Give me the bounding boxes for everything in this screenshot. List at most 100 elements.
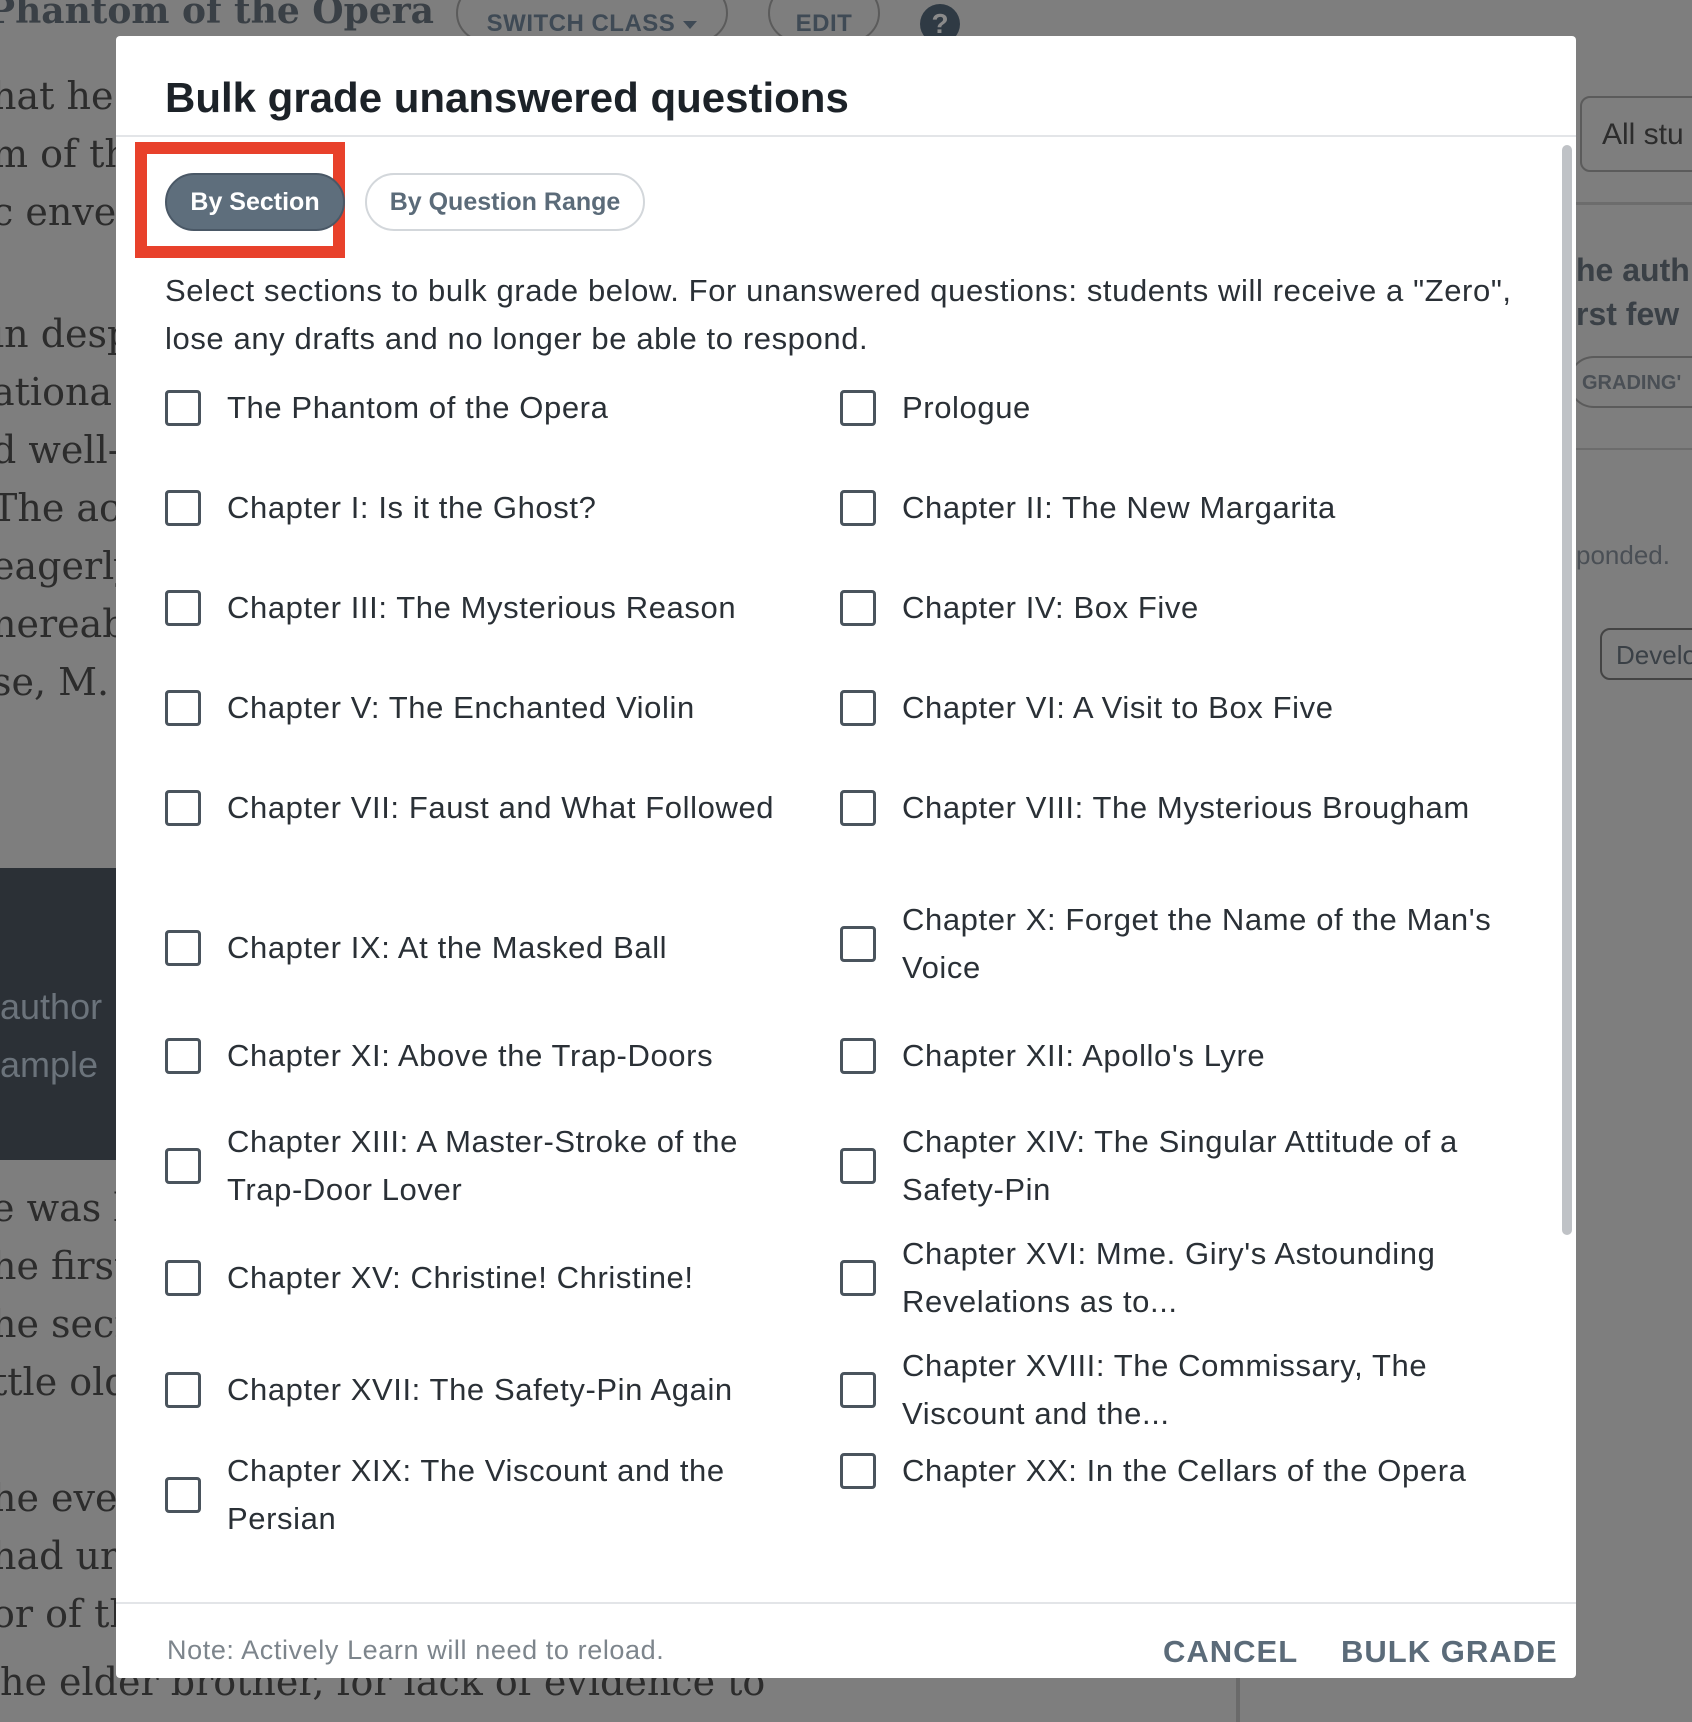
section-label: Chapter XIX: The Viscount and the Persia… [227, 1453, 725, 1536]
students-select[interactable]: All stu [1580, 96, 1692, 172]
instructions-text: Select sections to bulk grade below. For… [165, 273, 1512, 356]
checkbox[interactable] [840, 790, 876, 826]
checkbox[interactable] [165, 930, 201, 966]
panel-text: rst few [1576, 296, 1680, 332]
section-label: Chapter XIV: The Singular Attitude of a … [902, 1124, 1458, 1207]
modal-title: Bulk grade unanswered questions [165, 74, 849, 121]
section-label: Chapter V: The Enchanted Violin [227, 690, 695, 725]
section-label: Chapter XV: Christine! Christine! [227, 1260, 694, 1295]
checkbox[interactable] [165, 690, 201, 726]
section-item[interactable]: Chapter I: Is it the Ghost? [165, 484, 787, 532]
checkbox[interactable] [840, 1372, 876, 1408]
checkbox[interactable] [165, 1372, 201, 1408]
reload-note: Note: Actively Learn will need to reload… [167, 1635, 665, 1665]
divider [1576, 448, 1692, 450]
section-label: Chapter XII: Apollo's Lyre [902, 1038, 1266, 1073]
section-label: Chapter XX: In the Cellars of the Opera [902, 1453, 1467, 1488]
section-label: Chapter VII: Faust and What Followed [227, 790, 775, 825]
panel-text: he auth [1576, 252, 1690, 288]
section-item[interactable]: Chapter II: The New Margarita [840, 484, 1492, 532]
section-item[interactable]: Chapter X: Forget the Name of the Man's … [840, 896, 1492, 992]
section-item[interactable]: Chapter XV: Christine! Christine! [165, 1254, 787, 1302]
cancel-button[interactable]: CANCEL [1163, 1634, 1298, 1670]
reading-line: d well- [0, 428, 121, 472]
section-label: Chapter XVIII: The Commissary, The Visco… [902, 1348, 1428, 1431]
section-label: Chapter I: Is it the Ghost? [227, 490, 597, 525]
reading-line: ationa [0, 370, 113, 414]
tab-by-question-range[interactable]: By Question Range [365, 173, 645, 231]
checkbox[interactable] [840, 690, 876, 726]
section-item[interactable]: Chapter XII: Apollo's Lyre [840, 1032, 1492, 1080]
modal-scrollbar[interactable] [1562, 145, 1572, 1235]
section-label: Chapter XI: Above the Trap-Doors [227, 1038, 714, 1073]
reading-line: c enve [0, 190, 117, 234]
section-label: Chapter XVI: Mme. Giry's Astounding Reve… [902, 1236, 1436, 1319]
section-label: Chapter II: The New Margarita [902, 490, 1336, 525]
section-label: Chapter XIII: A Master-Stroke of the Tra… [227, 1124, 738, 1207]
note-line: author [0, 986, 103, 1027]
reading-line: in desp [0, 312, 132, 356]
checkbox[interactable] [840, 490, 876, 526]
divider [1576, 202, 1692, 205]
tab-by-section[interactable]: By Section [165, 173, 345, 231]
section-item[interactable]: Chapter VI: A Visit to Box Five [840, 684, 1492, 732]
section-label: Chapter XVII: The Safety-Pin Again [227, 1372, 733, 1407]
checkbox[interactable] [165, 1477, 201, 1513]
note-block: author ample [0, 868, 122, 1160]
note-line: ample [0, 1044, 99, 1085]
checkbox[interactable] [840, 390, 876, 426]
modal-body: By Section By Question Range Select sect… [116, 137, 1576, 1602]
section-item[interactable]: Chapter XI: Above the Trap-Doors [165, 1032, 787, 1080]
section-label: Chapter X: Forget the Name of the Man's … [902, 902, 1492, 985]
section-label: Chapter III: The Mysterious Reason [227, 590, 737, 625]
section-label: The Phantom of the Opera [227, 390, 609, 425]
bulk-grade-modal: Bulk grade unanswered questions By Secti… [116, 36, 1576, 1678]
checkbox[interactable] [165, 790, 201, 826]
switch-class-label: SWITCH CLASS [486, 10, 676, 37]
responded-text: ponded. [1576, 540, 1670, 570]
reading-line: he first [0, 1244, 130, 1288]
checkbox[interactable] [165, 1260, 201, 1296]
section-label: Chapter IV: Box Five [902, 590, 1199, 625]
section-item[interactable]: Chapter V: The Enchanted Violin [165, 684, 787, 732]
checkbox[interactable] [165, 390, 201, 426]
section-item[interactable]: Chapter VII: Faust and What Followed [165, 784, 787, 832]
section-item[interactable]: Chapter XVIII: The Commissary, The Visco… [840, 1342, 1492, 1438]
develop-button[interactable]: Develo [1600, 628, 1692, 680]
bulk-grade-button[interactable]: BULK GRADE [1341, 1634, 1558, 1670]
section-item[interactable]: Chapter XX: In the Cellars of the Opera [840, 1447, 1492, 1495]
section-item[interactable]: Chapter XVII: The Safety-Pin Again [165, 1366, 787, 1414]
section-label: Chapter VIII: The Mysterious Brougham [902, 790, 1470, 825]
caret-down-icon [683, 20, 698, 29]
reading-line: had ur [0, 1534, 119, 1578]
checkbox[interactable] [840, 1453, 876, 1489]
checkbox[interactable] [165, 1148, 201, 1184]
reading-line: or of th [0, 1592, 134, 1636]
section-item[interactable]: Chapter XIII: A Master-Stroke of the Tra… [165, 1118, 787, 1214]
section-item[interactable]: Chapter XVI: Mme. Giry's Astounding Reve… [840, 1230, 1492, 1326]
reading-line: he secr [0, 1302, 133, 1346]
section-item[interactable]: Prologue [840, 384, 1492, 432]
section-item[interactable]: Chapter IV: Box Five [840, 584, 1492, 632]
reading-line: ttle old [0, 1360, 129, 1404]
section-label: Chapter IX: At the Masked Ball [227, 930, 668, 965]
section-item[interactable]: Chapter III: The Mysterious Reason [165, 584, 787, 632]
checkbox[interactable] [840, 590, 876, 626]
section-item[interactable]: Chapter VIII: The Mysterious Brougham [840, 784, 1492, 832]
checkbox[interactable] [165, 1038, 201, 1074]
section-item[interactable]: Chapter XIV: The Singular Attitude of a … [840, 1118, 1492, 1214]
checkbox[interactable] [840, 1038, 876, 1074]
section-label: Prologue [902, 390, 1031, 425]
checkbox[interactable] [165, 590, 201, 626]
checkbox[interactable] [840, 1148, 876, 1184]
grading-badge: GRADING' [1568, 356, 1692, 408]
section-label: Chapter VI: A Visit to Box Five [902, 690, 1334, 725]
section-item[interactable]: Chapter XIX: The Viscount and the Persia… [165, 1447, 787, 1543]
section-item[interactable]: The Phantom of the Opera [165, 384, 787, 432]
checkbox[interactable] [165, 490, 201, 526]
section-item[interactable]: Chapter IX: At the Masked Ball [165, 924, 787, 972]
modal-header: Bulk grade unanswered questions [116, 36, 1576, 137]
checkbox[interactable] [840, 926, 876, 962]
right-panel: All stu he auth rst few GRADING' ponded.… [1568, 0, 1692, 1722]
checkbox[interactable] [840, 1260, 876, 1296]
